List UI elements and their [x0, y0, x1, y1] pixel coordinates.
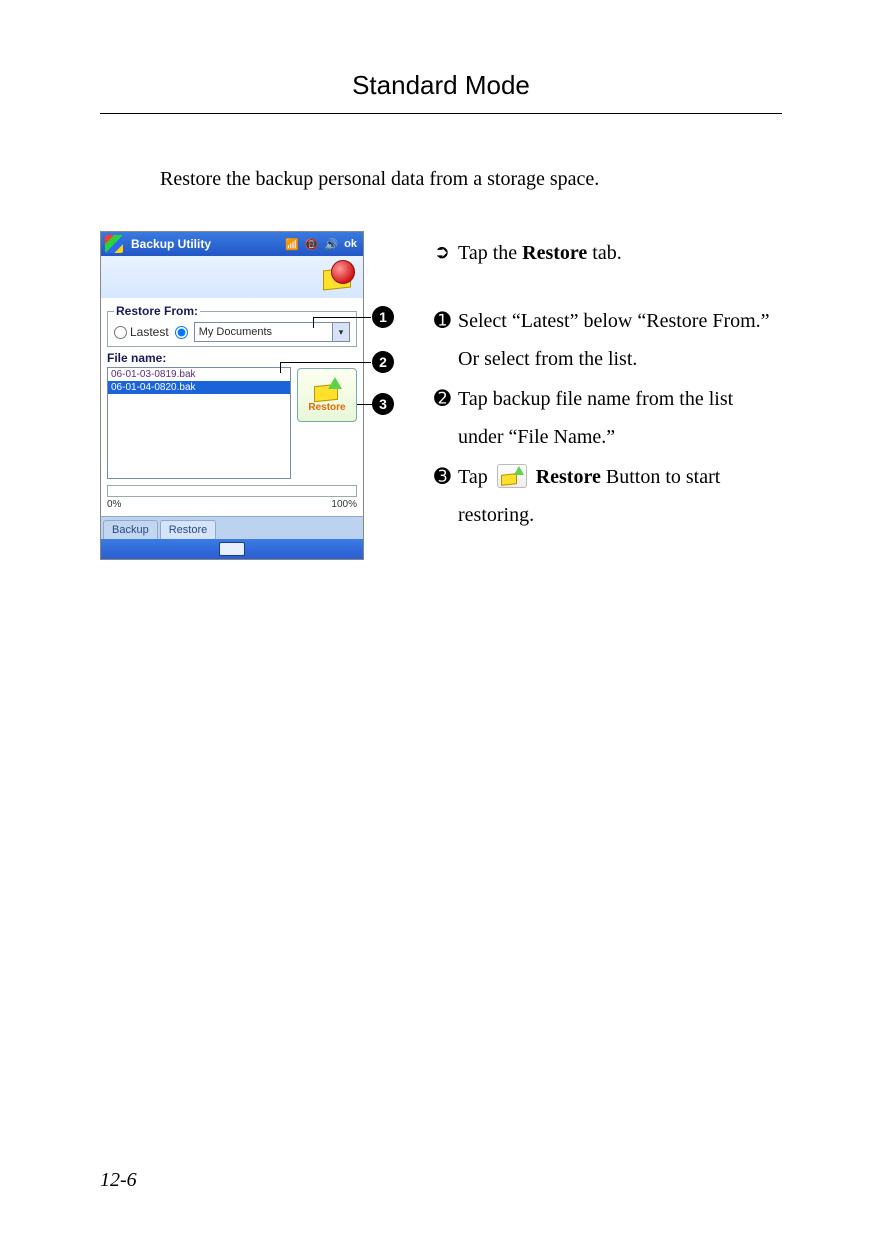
restore-button-label: Restore [308, 402, 345, 413]
location-combo-value: My Documents [195, 326, 332, 338]
callout-3: 3 [372, 393, 394, 415]
app-title: Backup Utility [127, 237, 215, 251]
restore-icon [312, 377, 342, 401]
bullet-3-icon: ➌ [434, 458, 458, 534]
file-list[interactable]: 06-01-03-0819.bak 06-01-04-0820.bak [107, 367, 291, 479]
signal-icon: 📶 [285, 238, 299, 251]
callout-leader [280, 362, 287, 373]
pda-screenshot: Backup Utility 📶 📵 🔊 ok Restore F [100, 231, 364, 560]
page-title: Standard Mode [100, 70, 782, 114]
text: Tap the [458, 242, 522, 264]
progress-area: 0% 100% [107, 485, 357, 510]
list-radio-input[interactable] [175, 326, 188, 339]
callout-leader [319, 317, 371, 318]
text-bold: Restore [522, 242, 587, 264]
intro-text: Restore the backup personal data from a … [160, 168, 782, 191]
latest-radio-label: Lastest [130, 325, 169, 339]
location-combo[interactable]: My Documents ▾ [194, 322, 350, 342]
text: Tap [458, 466, 493, 488]
callout-leader [286, 362, 371, 363]
tab-restore[interactable]: Restore [160, 520, 217, 539]
bullet-1-icon: ➊ [434, 302, 458, 378]
tab-bar: Backup Restore [101, 516, 363, 539]
instruction-3: ➌ Tap Restore Button to start restoring. [434, 458, 782, 534]
callout-leader [313, 317, 320, 328]
system-tray: 📶 📵 🔊 ok [285, 238, 363, 251]
restore-from-legend: Restore From: [114, 304, 200, 318]
callout-1: 1 [372, 306, 394, 328]
title-bar: Backup Utility 📶 📵 🔊 ok [101, 232, 363, 256]
instruction-2: ➋ Tap backup file name from the list und… [434, 380, 782, 456]
start-flag-icon[interactable] [105, 235, 123, 253]
restore-button[interactable]: Restore [297, 368, 357, 422]
list-item[interactable]: 06-01-03-0819.bak [108, 368, 290, 381]
text-bold: Restore [536, 466, 601, 488]
tab-backup[interactable]: Backup [103, 520, 158, 539]
callout-leader [357, 404, 372, 405]
callout-2: 2 [372, 351, 394, 373]
progress-left: 0% [107, 499, 121, 510]
progress-bar [107, 485, 357, 497]
sip-bar [101, 539, 363, 559]
progress-right: 100% [331, 499, 357, 510]
bullet-2-icon: ➋ [434, 380, 458, 456]
instruction-list: ➲ Tap the Restore tab. ➊ Select “Latest”… [400, 231, 782, 536]
chevron-down-icon[interactable]: ▾ [332, 323, 349, 341]
latest-radio-input[interactable] [114, 326, 127, 339]
list-radio[interactable] [175, 326, 188, 339]
text: Select “Latest” below “Restore From.” Or… [458, 302, 782, 378]
text: Tap backup file name from the list under… [458, 380, 782, 456]
instruction-1: ➊ Select “Latest” below “Restore From.” … [434, 302, 782, 378]
keyboard-icon[interactable] [219, 542, 245, 556]
bullet-c-icon: ➲ [434, 235, 458, 273]
instruction-c: ➲ Tap the Restore tab. [434, 234, 782, 272]
ok-button[interactable]: ok [344, 238, 357, 251]
backup-hero-icon [319, 260, 355, 292]
page-number: 12-6 [100, 1169, 137, 1192]
latest-radio[interactable]: Lastest [114, 325, 169, 339]
hero-strip [101, 256, 363, 298]
list-item[interactable]: 06-01-04-0820.bak [108, 381, 290, 394]
text: tab. [587, 242, 621, 264]
restore-inline-icon [497, 464, 527, 488]
volume-icon: 🔊 [324, 238, 338, 251]
radio-off-icon: 📵 [305, 238, 319, 251]
